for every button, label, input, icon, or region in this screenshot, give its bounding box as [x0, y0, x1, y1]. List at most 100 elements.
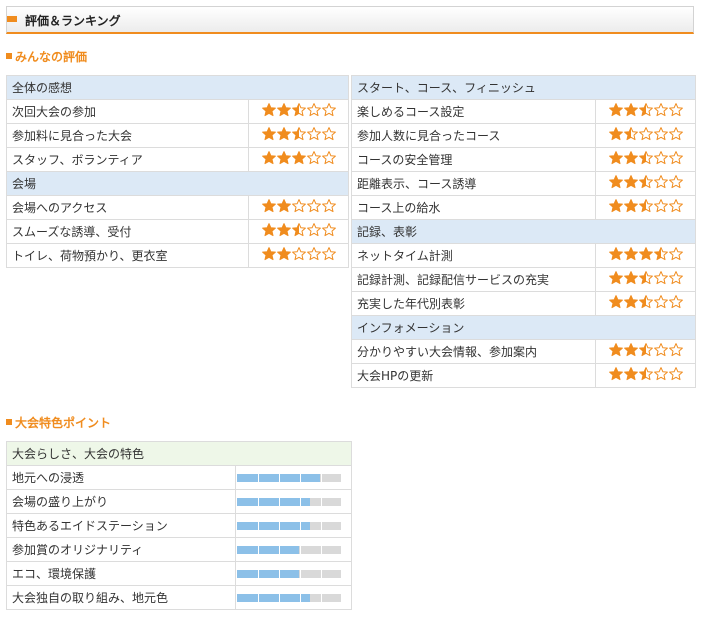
bar-segment-divider: [258, 593, 259, 602]
rating-row: 距離表示、コース誘導: [351, 171, 697, 196]
bar-segment-divider: [279, 545, 280, 554]
rating-row: 充実した年代別表彰: [351, 291, 697, 316]
star-full-icon: [624, 271, 638, 285]
category-row: スタート、コース、フィニッシュ: [350, 75, 697, 100]
category-row: 全体の感想: [5, 75, 350, 100]
rating-label: 会場へのアクセス: [6, 195, 249, 220]
star-full-icon: [609, 367, 623, 381]
feature-bar-cell: [234, 513, 353, 538]
star-empty-icon: [654, 199, 668, 213]
rating-stars-cell: [594, 291, 697, 316]
star-full-icon: [277, 223, 291, 237]
rating-row: スタッフ、ボランティア: [6, 147, 350, 172]
star-rating: [608, 127, 683, 141]
star-rating: [608, 199, 683, 213]
category-row: 記録、表彰: [350, 219, 697, 244]
star-half-icon: [639, 175, 653, 189]
star-full-icon: [609, 175, 623, 189]
bar-segment-divider: [321, 569, 322, 578]
bar-segment-divider: [258, 473, 259, 482]
star-empty-icon: [307, 151, 321, 165]
star-half-icon: [292, 223, 306, 237]
star-rating: [261, 127, 336, 141]
star-empty-icon: [669, 271, 683, 285]
bar-segment-divider: [321, 545, 322, 554]
bar-segment-divider: [321, 473, 322, 482]
feature-label: 特色あるエイドステーション: [6, 513, 236, 538]
feature-row: 地元への浸透: [6, 465, 353, 490]
star-empty-icon: [639, 127, 653, 141]
star-rating: [608, 367, 683, 381]
star-half-icon: [639, 367, 653, 381]
star-rating: [608, 343, 683, 357]
feature-level-bar: [237, 473, 341, 482]
feature-level-bar: [237, 497, 341, 506]
left-ratings-table: 全体の感想 次回大会の参加 参加料に見合った大会 スタッフ、ボランティア 会場 会場へのア…: [5, 75, 350, 268]
star-empty-icon: [669, 103, 683, 117]
star-rating: [261, 223, 336, 237]
star-empty-icon: [654, 367, 668, 381]
rating-row: 参加人数に見合ったコース: [351, 123, 697, 148]
star-half-icon: [654, 247, 668, 261]
feature-row: 参加賞のオリジナリティ: [6, 537, 353, 562]
star-empty-icon: [654, 151, 668, 165]
header-accent-mark: [7, 16, 17, 22]
rating-label: 楽しめるコース設定: [351, 99, 596, 124]
star-rating: [608, 175, 683, 189]
feature-label: 大会独自の取り組み、地元色: [6, 585, 236, 610]
star-empty-icon: [292, 247, 306, 261]
rating-stars-cell: [594, 99, 697, 124]
star-full-icon: [277, 103, 291, 117]
star-empty-icon: [654, 295, 668, 309]
star-empty-icon: [322, 103, 336, 117]
bar-segment-divider: [300, 497, 301, 506]
feature-level-bar: [237, 569, 341, 578]
category-label: 記録、表彰: [350, 219, 697, 244]
category-label: インフォメーション: [350, 315, 697, 340]
ratings-section-heading: みんなの評価: [6, 48, 87, 65]
star-full-icon: [624, 151, 638, 165]
star-empty-icon: [322, 199, 336, 213]
feature-row: 会場の盛り上がり: [6, 489, 353, 514]
rating-label: 充実した年代別表彰: [351, 291, 596, 316]
rating-row: ネットタイム計測: [351, 243, 697, 268]
feature-label: 参加賞のオリジナリティ: [6, 537, 236, 562]
category-label: スタート、コース、フィニッシュ: [350, 75, 697, 100]
features-section-heading: 大会特色ポイント: [6, 414, 111, 431]
rating-label: 分かりやすい大会情報、参加案内: [351, 339, 596, 364]
rating-stars-cell: [247, 219, 350, 244]
star-rating: [608, 247, 683, 261]
star-rating: [261, 103, 336, 117]
star-full-icon: [609, 199, 623, 213]
rating-row: 参加料に見合った大会: [6, 123, 350, 148]
feature-bar-cell: [234, 537, 353, 562]
rating-label: 次回大会の参加: [6, 99, 249, 124]
rating-stars-cell: [594, 339, 697, 364]
star-empty-icon: [322, 223, 336, 237]
star-empty-icon: [654, 343, 668, 357]
bar-segment-divider: [258, 521, 259, 530]
rating-stars-cell: [594, 363, 697, 388]
star-half-icon: [292, 103, 306, 117]
star-full-icon: [277, 151, 291, 165]
rating-row: コースの安全管理: [351, 147, 697, 172]
category-label: 会場: [5, 171, 350, 196]
bar-segment-divider: [279, 569, 280, 578]
category-label: 全体の感想: [5, 75, 350, 100]
star-half-icon: [639, 343, 653, 357]
star-rating: [261, 247, 336, 261]
star-full-icon: [624, 295, 638, 309]
star-half-icon: [639, 271, 653, 285]
star-empty-icon: [669, 175, 683, 189]
right-ratings-table: スタート、コース、フィニッシュ 楽しめるコース設定 参加人数に見合ったコース コースの…: [350, 75, 697, 388]
star-full-icon: [624, 367, 638, 381]
star-empty-icon: [307, 103, 321, 117]
feature-label: 地元への浸透: [6, 465, 236, 490]
star-empty-icon: [307, 247, 321, 261]
rating-label: スムーズな誘導、受付: [6, 219, 249, 244]
star-rating: [261, 199, 336, 213]
rating-label: ネットタイム計測: [351, 243, 596, 268]
star-empty-icon: [669, 367, 683, 381]
rating-row: コース上の給水: [351, 195, 697, 220]
rating-stars-cell: [594, 267, 697, 292]
